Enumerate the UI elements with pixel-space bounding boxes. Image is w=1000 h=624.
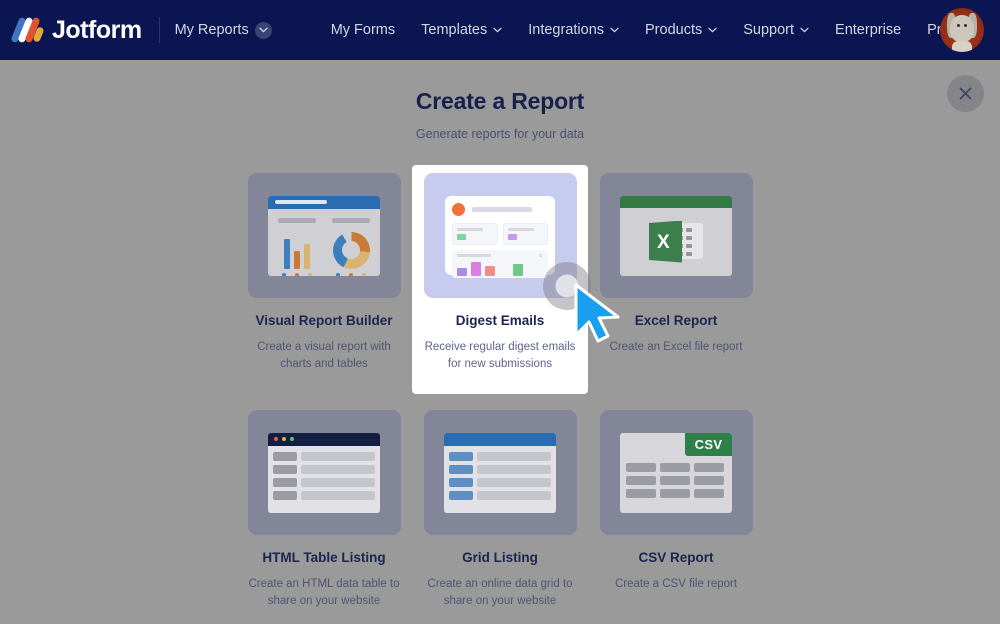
nav-item-templates[interactable]: Templates [408,16,515,44]
report-card-title: HTML Table Listing [262,550,386,566]
nav-label: Enterprise [835,22,902,38]
create-report-modal: Create a Report Generate reports for you… [0,60,1000,624]
chevron-down-icon [800,27,809,33]
chevron-down-icon [493,27,502,33]
report-card-title: Digest Emails [455,313,545,328]
my-reports-label: My Reports [174,22,249,38]
jotform-logo[interactable]: Jotform [10,15,142,45]
report-card-description: Receive regular digest emails for new su… [424,341,576,370]
page-title: Create a Report [415,88,585,114]
report-card-description: Create a visual report with charts and t… [257,341,391,370]
chevron-down-icon [708,27,717,33]
nav-item-my-forms[interactable]: My Forms [318,16,408,44]
digest-avatar-icon [452,203,465,216]
chevron-down-icon [610,27,619,33]
mouse-cursor [572,283,634,345]
report-card-title: Excel Report [634,313,718,328]
nav-label: Templates [421,22,488,38]
nav-item-support[interactable]: Support [730,16,822,44]
main-nav: My Forms Templates Integrations Products… [318,16,985,44]
nav-label: Integrations [528,22,605,38]
report-card-csv-report[interactable]: CSV CSV Report Create a CSV file report [588,402,764,623]
excel-icon: X [599,173,753,298]
report-card-title: Visual Report Builder [255,313,393,328]
jotform-logo-icon [10,15,45,45]
report-card-description: Create an HTML data table to share on yo… [248,578,400,608]
report-card-visual-report-builder[interactable]: Visual Report Builder Create a visual re… [236,165,412,394]
report-card-html-table-listing[interactable]: HTML Table Listing Create an HTML data t… [236,402,412,623]
visual-report-icon [247,173,401,298]
report-card-excel-report[interactable]: X Excel Report Create an Excel file repo… [588,165,764,394]
avatar[interactable] [940,8,984,52]
header-divider [158,17,160,43]
close-icon [959,87,972,100]
jotform-logo-text: Jotform [52,15,142,44]
html-table-icon [247,410,401,536]
my-reports-menu[interactable]: My Reports [174,21,272,39]
report-card-title: Grid Listing [462,550,538,566]
report-type-grid: Visual Report Builder Create a visual re… [236,165,764,624]
report-card-description: Create a CSV file report [614,578,738,591]
nav-label: My Forms [330,22,396,38]
report-card-title: CSV Report [638,550,714,566]
report-card-grid-listing[interactable]: Grid Listing Create an online data grid … [412,402,588,623]
nav-item-enterprise[interactable]: Enterprise [822,16,914,44]
close-button[interactable] [947,75,984,112]
chevron-down-icon[interactable] [254,21,272,39]
nav-item-products[interactable]: Products [632,16,730,44]
top-navigation-bar: Jotform My Reports My Forms Templates In… [0,0,1000,60]
csv-badge: CSV [685,432,732,456]
nav-label: Products [645,22,703,38]
csv-icon: CSV [599,410,753,536]
page-subtitle: Generate reports for your data [415,127,585,141]
nav-label: Support [743,22,795,38]
excel-letter: X [657,231,670,253]
report-card-description: Create an online data grid to share on y… [427,578,573,608]
nav-item-integrations[interactable]: Integrations [515,16,632,44]
grid-listing-icon [423,410,577,536]
